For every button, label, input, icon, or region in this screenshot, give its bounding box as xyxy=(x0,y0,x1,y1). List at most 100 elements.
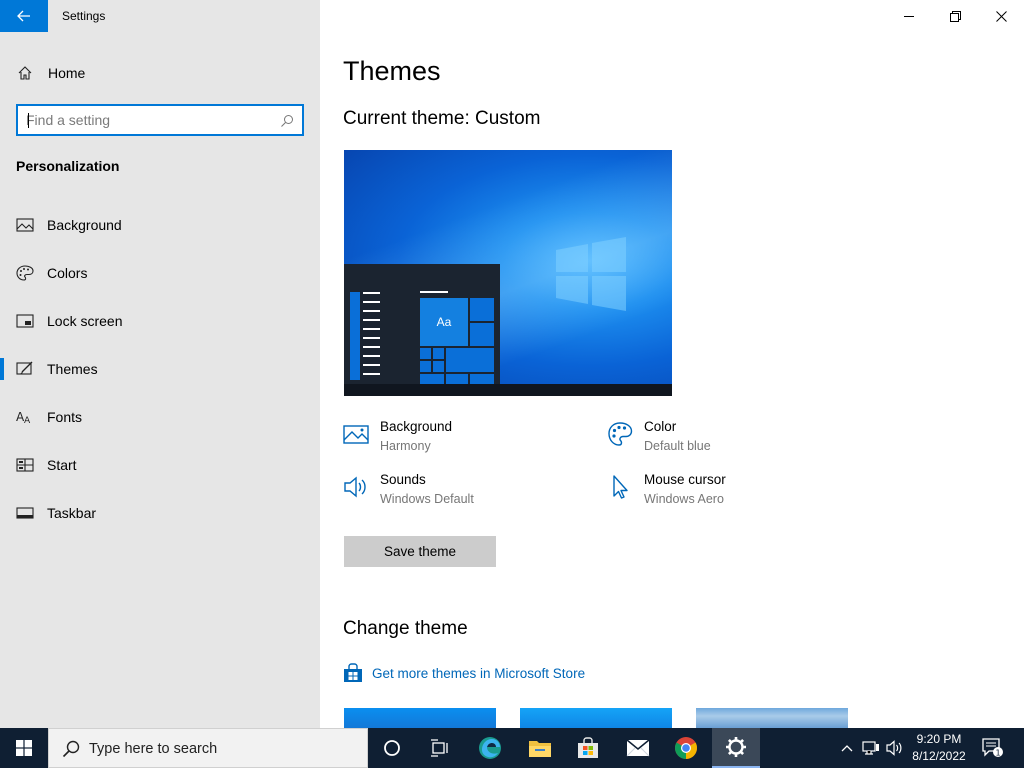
windows-start-icon xyxy=(16,740,32,756)
restore-icon xyxy=(949,10,961,22)
theme-thumbnail-flowers[interactable] xyxy=(696,708,848,728)
file-explorer-icon xyxy=(529,741,551,757)
taskbar-search-placeholder: Type here to search xyxy=(89,741,218,757)
taskbar-chrome[interactable] xyxy=(662,728,710,768)
taskbar-search-box[interactable]: Type here to search xyxy=(48,728,368,768)
lock-screen-icon xyxy=(16,314,34,328)
clock-time: 9:20 PM xyxy=(916,732,962,746)
sidebar-item-lock-screen[interactable]: Lock screen xyxy=(0,304,320,352)
cursor-icon xyxy=(613,475,628,499)
taskbar-icon xyxy=(16,507,34,519)
svg-text:A: A xyxy=(24,416,31,425)
color-property[interactable]: Color Default blue xyxy=(607,418,847,458)
get-more-themes-link[interactable]: Get more themes in Microsoft Store xyxy=(343,662,585,684)
property-value: Windows Default xyxy=(380,492,474,506)
theme-thumbnail-windows-light[interactable] xyxy=(520,708,672,728)
back-arrow-icon xyxy=(17,10,30,22)
preview-app-list xyxy=(363,292,380,382)
themes-icon xyxy=(16,361,33,375)
page-title: Themes xyxy=(343,56,441,86)
windows-logo-icon xyxy=(556,237,626,311)
fonts-icon: AA xyxy=(16,410,31,425)
background-property[interactable]: Background Harmony xyxy=(343,418,583,458)
show-hidden-icons-button[interactable] xyxy=(838,728,856,768)
sidebar-item-taskbar[interactable]: Taskbar xyxy=(0,496,320,544)
clock-date: 8/12/2022 xyxy=(912,749,966,763)
restore-button[interactable] xyxy=(932,0,978,32)
network-status[interactable] xyxy=(860,728,882,768)
sidebar-item-label: Lock screen xyxy=(47,313,123,329)
taskbar-edge[interactable] xyxy=(466,728,514,768)
sidebar-item-label: Taskbar xyxy=(47,505,97,521)
sidebar-item-home[interactable]: Home xyxy=(0,56,320,90)
find-setting-input[interactable] xyxy=(26,111,276,129)
mouse-cursor-property[interactable]: Mouse cursor Windows Aero xyxy=(607,471,847,511)
sidebar-nav: Background Colors Lock screen Themes AA … xyxy=(0,208,320,544)
volume-icon xyxy=(886,740,902,756)
palette-icon xyxy=(608,422,633,446)
start-button[interactable] xyxy=(0,728,48,768)
preview-tiles: Aa xyxy=(420,298,494,384)
preview-taskbar xyxy=(344,384,672,396)
taskbar-file-explorer[interactable] xyxy=(516,728,564,768)
sidebar-item-label: Fonts xyxy=(47,409,83,425)
store-icon xyxy=(578,737,598,758)
close-button[interactable] xyxy=(978,0,1024,32)
sidebar-item-label: Themes xyxy=(47,361,98,377)
volume-control[interactable] xyxy=(884,728,906,768)
theme-preview: Aa xyxy=(344,150,672,396)
save-theme-button[interactable]: Save theme xyxy=(344,536,496,567)
search-icon[interactable] xyxy=(280,114,294,128)
speaker-icon xyxy=(344,476,366,498)
change-theme-heading: Change theme xyxy=(343,618,468,639)
cortana-icon xyxy=(384,740,400,756)
property-title: Mouse cursor xyxy=(644,472,726,487)
sidebar-item-start[interactable]: Start xyxy=(0,448,320,496)
search-icon xyxy=(62,740,80,758)
preview-start-menu: Aa xyxy=(344,264,500,384)
property-title: Color xyxy=(644,419,677,434)
taskbar-task-view[interactable] xyxy=(416,728,464,768)
sidebar-item-fonts[interactable]: AA Fonts xyxy=(0,400,320,448)
taskbar-settings[interactable] xyxy=(712,728,760,768)
preview-tile-header xyxy=(420,291,448,293)
palette-icon xyxy=(16,265,34,281)
current-theme-heading: Current theme: Custom xyxy=(343,108,541,129)
preview-start-rail xyxy=(350,292,360,380)
find-setting-search[interactable] xyxy=(16,104,304,136)
action-center-button[interactable]: 1 xyxy=(978,728,1008,768)
store-link-label: Get more themes in Microsoft Store xyxy=(372,665,586,681)
taskbar: Type here to search 9:20 PM 8/12/2022 1 xyxy=(0,728,1024,768)
section-title: Personalization xyxy=(16,158,120,174)
taskbar-clock[interactable]: 9:20 PM 8/12/2022 xyxy=(906,731,972,765)
edge-icon xyxy=(479,737,501,759)
theme-thumbnail-windows[interactable] xyxy=(344,708,496,728)
property-value: Default blue xyxy=(644,439,711,453)
text-caret xyxy=(28,113,29,128)
network-icon xyxy=(862,741,879,755)
taskbar-store[interactable] xyxy=(564,728,612,768)
sidebar: Settings Home Personalization Background… xyxy=(0,0,320,728)
sidebar-item-label: Colors xyxy=(47,265,88,281)
property-value: Windows Aero xyxy=(644,492,724,506)
taskbar-cortana[interactable] xyxy=(368,728,416,768)
sidebar-item-colors[interactable]: Colors xyxy=(0,256,320,304)
minimize-button[interactable] xyxy=(886,0,932,32)
picture-icon xyxy=(16,218,34,232)
mail-icon xyxy=(626,739,650,757)
sidebar-item-themes[interactable]: Themes xyxy=(0,352,320,400)
sidebar-item-label: Background xyxy=(47,217,122,233)
taskbar-mail[interactable] xyxy=(614,728,662,768)
sidebar-item-label: Start xyxy=(47,457,77,473)
sounds-property[interactable]: Sounds Windows Default xyxy=(343,471,583,511)
sidebar-item-background[interactable]: Background xyxy=(0,208,320,256)
settings-icon xyxy=(726,737,746,757)
preview-tile-aa: Aa xyxy=(420,298,468,346)
picture-icon xyxy=(343,425,369,444)
notification-count: 1 xyxy=(995,749,1000,758)
window-title: Settings xyxy=(62,9,106,23)
home-icon xyxy=(18,66,32,80)
property-title: Background xyxy=(380,419,453,434)
back-button[interactable] xyxy=(0,0,48,32)
task-view-icon xyxy=(431,739,448,757)
